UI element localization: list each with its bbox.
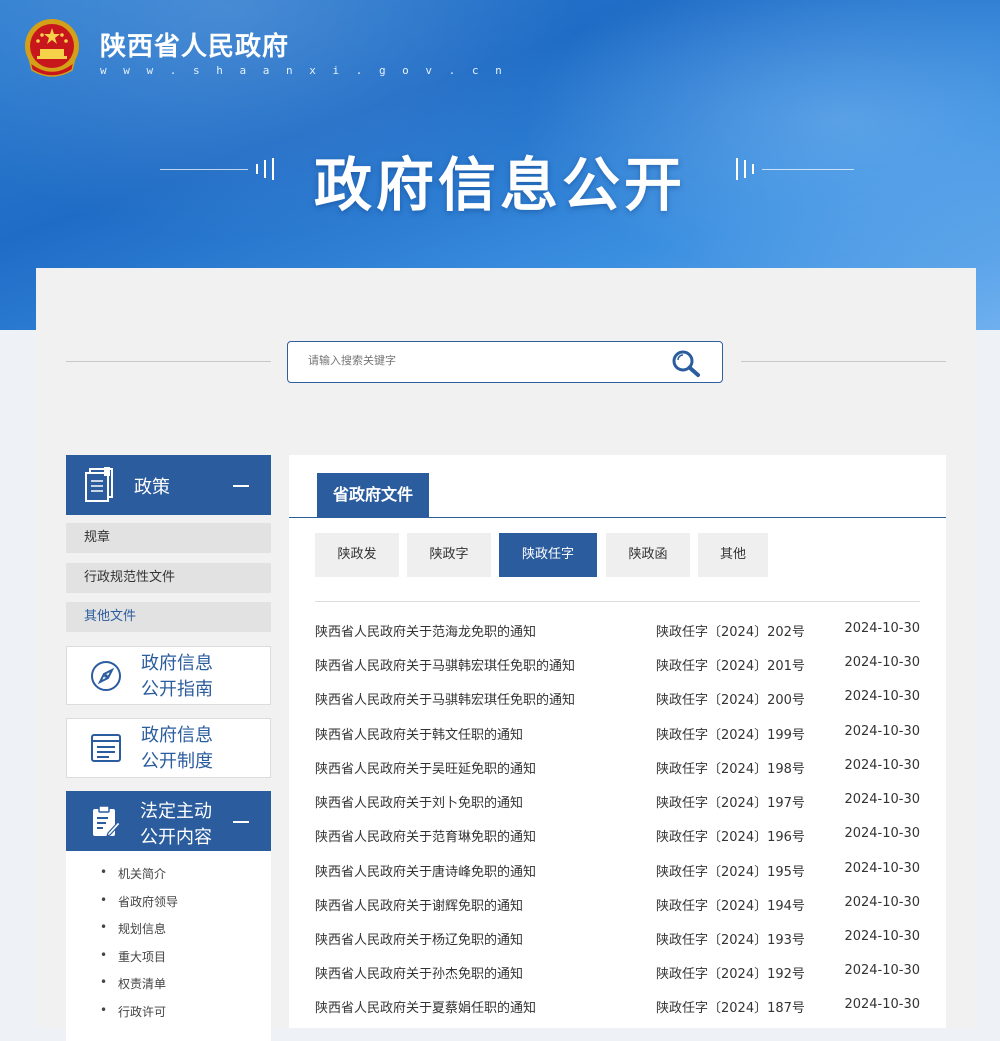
document-number: 陕政任字〔2024〕187号	[656, 1001, 805, 1016]
document-title[interactable]: 陕西省人民政府关于范海龙免职的通知	[315, 621, 536, 640]
search-icon[interactable]	[670, 348, 702, 378]
document-row[interactable]: 陕西省人民政府关于孙杰免职的通知 陕政任字〔2024〕192号 2024-10-…	[315, 963, 920, 983]
document-number: 陕政任字〔2024〕198号	[656, 762, 805, 777]
document-row[interactable]: 陕西省人民政府关于夏蔡娟任职的通知 陕政任字〔2024〕187号 2024-10…	[315, 997, 920, 1017]
document-number: 陕政任字〔2024〕201号	[656, 659, 805, 674]
document-title[interactable]: 陕西省人民政府关于夏蔡娟任职的通知	[315, 997, 536, 1016]
document-title[interactable]: 陕西省人民政府关于唐诗峰免职的通知	[315, 861, 536, 880]
document-number: 陕政任字〔2024〕197号	[656, 796, 805, 811]
compass-icon	[91, 661, 121, 691]
document-row[interactable]: 陕西省人民政府关于范育琳免职的通知 陕政任字〔2024〕196号 2024-10…	[315, 826, 920, 846]
document-date: 2024-10-30	[844, 689, 920, 704]
document-date: 2024-10-30	[844, 826, 920, 841]
document-date: 2024-10-30	[844, 997, 920, 1012]
document-number: 陕政任字〔2024〕195号	[656, 865, 805, 880]
policy-document-icon	[85, 467, 113, 502]
document-date: 2024-10-30	[844, 621, 920, 636]
sidebar-item-normative-docs[interactable]: 行政规范性文件	[66, 563, 271, 593]
subtab-shanzhengfa[interactable]: 陕政发	[315, 533, 399, 577]
document-title[interactable]: 陕西省人民政府关于刘卜免职的通知	[315, 792, 523, 811]
site-name[interactable]: 陕西省人民政府	[100, 26, 289, 63]
document-number: 陕政任字〔2024〕199号	[656, 728, 805, 743]
sidebar-item-admin-permit[interactable]: 行政许可	[100, 1003, 166, 1020]
document-title[interactable]: 陕西省人民政府关于杨辽免职的通知	[315, 929, 523, 948]
document-title[interactable]: 陕西省人民政府关于孙杰免职的通知	[315, 963, 523, 982]
sidebar-statutory-label-1: 法定主动	[140, 801, 212, 822]
tab-provincial-docs[interactable]: 省政府文件	[317, 473, 429, 517]
document-number: 陕政任字〔2024〕196号	[656, 830, 805, 845]
sidebar-item-major-projects[interactable]: 重大项目	[100, 948, 166, 965]
document-row[interactable]: 陕西省人民政府关于谢辉免职的通知 陕政任字〔2024〕194号 2024-10-…	[315, 895, 920, 915]
document-title[interactable]: 陕西省人民政府关于谢辉免职的通知	[315, 895, 523, 914]
document-date: 2024-10-30	[844, 895, 920, 910]
subtab-shanzhenghan[interactable]: 陕政函	[606, 533, 690, 577]
sidebar-guide-label-2: 公开指南	[141, 679, 213, 700]
collapse-icon[interactable]	[233, 485, 249, 487]
sidebar-system-label-2: 公开制度	[141, 751, 213, 772]
sidebar-statutory-list: 机关简介 省政府领导 规划信息 重大项目 权责清单 行政许可	[66, 851, 271, 1041]
document-date: 2024-10-30	[844, 792, 920, 807]
sidebar-system-label-1: 政府信息	[141, 725, 213, 746]
collapse-icon[interactable]	[233, 821, 249, 823]
document-row[interactable]: 陕西省人民政府关于马骐韩宏琪任免职的通知 陕政任字〔2024〕200号 2024…	[315, 689, 920, 709]
sidebar-item-agency-intro[interactable]: 机关简介	[100, 865, 166, 882]
document-row[interactable]: 陕西省人民政府关于范海龙免职的通知 陕政任字〔2024〕202号 2024-10…	[315, 621, 920, 641]
title-decoration-right	[736, 158, 856, 180]
subtab-shanzhengrenzi[interactable]: 陕政任字	[499, 533, 597, 577]
subtab-other[interactable]: 其他	[698, 533, 768, 577]
list-document-icon	[91, 734, 121, 762]
document-number: 陕政任字〔2024〕193号	[656, 933, 805, 948]
subtab-shanzhengzi[interactable]: 陕政字	[407, 533, 491, 577]
document-row[interactable]: 陕西省人民政府关于刘卜免职的通知 陕政任字〔2024〕197号 2024-10-…	[315, 792, 920, 812]
sidebar-policy-label: 政策	[134, 477, 170, 498]
sidebar-policy-header[interactable]: 政策	[66, 455, 271, 515]
sidebar-item-system[interactable]: 政府信息 公开制度	[66, 718, 271, 778]
document-row[interactable]: 陕西省人民政府关于杨辽免职的通知 陕政任字〔2024〕193号 2024-10-…	[315, 929, 920, 949]
document-row[interactable]: 陕西省人民政府关于吴旺延免职的通知 陕政任字〔2024〕198号 2024-10…	[315, 758, 920, 778]
search-input[interactable]	[306, 353, 650, 368]
sidebar-item-guide[interactable]: 政府信息 公开指南	[66, 646, 271, 705]
sidebar-item-other-docs[interactable]: 其他文件	[66, 602, 271, 632]
document-title[interactable]: 陕西省人民政府关于吴旺延免职的通知	[315, 758, 536, 777]
document-title[interactable]: 陕西省人民政府关于韩文任职的通知	[315, 724, 523, 743]
document-number: 陕政任字〔2024〕194号	[656, 899, 805, 914]
document-title[interactable]: 陕西省人民政府关于范育琳免职的通知	[315, 826, 536, 845]
document-date: 2024-10-30	[844, 758, 920, 773]
sidebar-item-rules[interactable]: 规章	[66, 523, 271, 553]
document-row[interactable]: 陕西省人民政府关于韩文任职的通知 陕政任字〔2024〕199号 2024-10-…	[315, 724, 920, 744]
divider	[66, 361, 271, 362]
sidebar-item-power-list[interactable]: 权责清单	[100, 975, 166, 992]
document-panel: 省政府文件 陕政发 陕政字 陕政任字 陕政函 其他 陕西省人民政府关于范海龙免职…	[289, 455, 946, 1028]
search-box[interactable]	[287, 341, 723, 383]
document-date: 2024-10-30	[844, 929, 920, 944]
divider	[315, 601, 920, 602]
document-row[interactable]: 陕西省人民政府关于马骐韩宏琪任免职的通知 陕政任字〔2024〕201号 2024…	[315, 655, 920, 675]
sidebar-statutory-header[interactable]: 法定主动 公开内容	[66, 791, 271, 851]
document-number: 陕政任字〔2024〕202号	[656, 625, 805, 640]
document-number: 陕政任字〔2024〕200号	[656, 693, 805, 708]
document-title[interactable]: 陕西省人民政府关于马骐韩宏琪任免职的通知	[315, 689, 575, 708]
page-title: 政府信息公开	[313, 151, 686, 219]
sidebar-guide-label-1: 政府信息	[141, 653, 213, 674]
document-date: 2024-10-30	[844, 724, 920, 739]
divider	[741, 361, 946, 362]
clipboard-edit-icon	[93, 805, 121, 837]
document-row[interactable]: 陕西省人民政府关于唐诗峰免职的通知 陕政任字〔2024〕195号 2024-10…	[315, 861, 920, 881]
divider	[289, 517, 946, 518]
document-date: 2024-10-30	[844, 963, 920, 978]
content-card: 政策 规章 行政规范性文件 其他文件 政府信息 公开指南 政府信息 公	[36, 268, 976, 1041]
document-number: 陕政任字〔2024〕192号	[656, 967, 805, 982]
document-date: 2024-10-30	[844, 861, 920, 876]
sidebar-item-planning[interactable]: 规划信息	[100, 920, 166, 937]
sidebar-item-leaders[interactable]: 省政府领导	[100, 893, 178, 910]
document-date: 2024-10-30	[844, 655, 920, 670]
site-url: w w w . s h a a n x i . g o v . c n	[100, 64, 507, 77]
national-emblem-icon[interactable]	[22, 18, 82, 80]
document-title[interactable]: 陕西省人民政府关于马骐韩宏琪任免职的通知	[315, 655, 575, 674]
sidebar-statutory-label-2: 公开内容	[140, 827, 212, 848]
